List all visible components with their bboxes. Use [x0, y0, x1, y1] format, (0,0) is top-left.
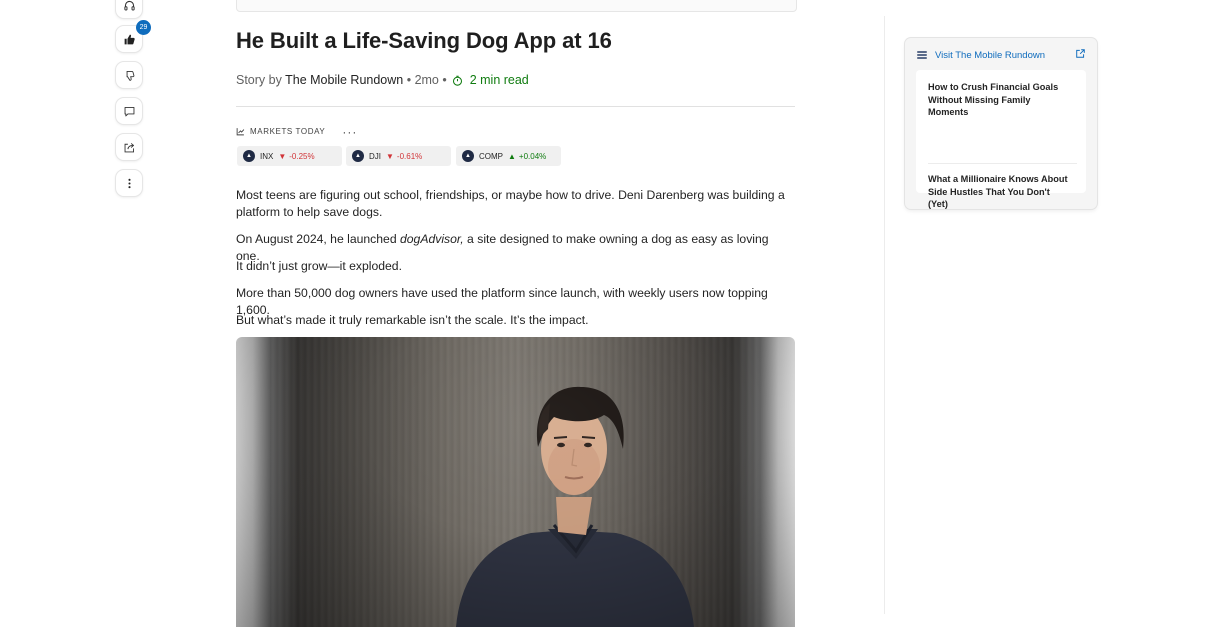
ticker-symbol: DJI: [369, 151, 381, 161]
timer-icon: [453, 75, 463, 86]
product-name: dogAdvisor,: [399, 232, 464, 246]
ticker-logo-icon: ▲: [352, 150, 364, 162]
share-button[interactable]: [116, 134, 142, 160]
markets-header: MARKETS TODAY ···: [236, 126, 357, 138]
thumbs-up-icon: [124, 34, 135, 44]
provider-card: Visit The Mobile Rundown How to Crush Fi…: [905, 38, 1097, 209]
more-vertical-icon: [127, 178, 131, 188]
related-story-link[interactable]: What a Millionaire Knows About Side Hust…: [928, 173, 1070, 211]
more-options-button[interactable]: [116, 170, 142, 196]
comment-icon: [124, 106, 134, 116]
paragraph: But what’s made it truly remarkable isn’…: [236, 313, 589, 327]
markets-more-button[interactable]: ···: [342, 126, 357, 138]
share-icon: [124, 142, 134, 152]
thumbs-down-icon: [126, 70, 134, 81]
provider-logo-icon: [917, 51, 927, 59]
byline-prefix: Story by: [236, 73, 282, 87]
listen-button[interactable]: [116, 0, 142, 18]
previous-content-stub: [236, 0, 797, 12]
article-title: He Built a Life-Saving Dog App at 16: [236, 28, 612, 53]
article-age: • 2mo •: [406, 73, 447, 87]
ticker-comp[interactable]: ▲ COMP ▲ +0.04%: [456, 146, 561, 166]
divider: [928, 163, 1077, 164]
dislike-button[interactable]: [116, 62, 142, 88]
ticker-symbol: INX: [260, 151, 274, 161]
read-time: 2 min read: [469, 73, 529, 87]
ticker-logo-icon: ▲: [462, 150, 474, 162]
related-stories-list: How to Crush Financial Goals Without Mis…: [916, 70, 1086, 209]
ticker-symbol: COMP: [479, 151, 503, 161]
external-link-icon[interactable]: [1075, 48, 1086, 59]
ticker-dji[interactable]: ▲ DJI ▼ -0.61%: [346, 146, 451, 166]
provider-link[interactable]: The Mobile Rundown: [285, 73, 403, 87]
byline: Story by The Mobile Rundown • 2mo • 2 mi…: [236, 73, 529, 87]
divider: [236, 106, 795, 107]
related-story-link[interactable]: How to Crush Financial Goals Without Mis…: [928, 81, 1070, 119]
ticker-inx[interactable]: ▲ INX ▼ -0.25%: [237, 146, 342, 166]
sidebar-divider: [884, 16, 885, 614]
ticker-change: +0.04%: [518, 151, 547, 161]
comment-button[interactable]: [116, 98, 142, 124]
visit-provider-link[interactable]: Visit The Mobile Rundown: [935, 50, 1045, 61]
image-vignette: [236, 337, 795, 627]
markets-label: MARKETS TODAY: [250, 127, 326, 136]
paragraph-text: On August 2024, he launched: [236, 232, 400, 246]
ticker-change: -0.25%: [289, 151, 315, 161]
ticker-logo-icon: ▲: [243, 150, 255, 162]
down-arrow-icon: ▼: [386, 151, 394, 161]
paragraph: Most teens are figuring out school, frie…: [236, 188, 785, 219]
chart-line-icon: [236, 128, 245, 136]
headphones-icon: [123, 0, 135, 10]
paragraph: It didn’t just grow—it exploded.: [236, 259, 402, 273]
up-arrow-icon: ▲: [508, 151, 516, 161]
like-count-badge: 29: [136, 20, 151, 35]
down-arrow-icon: ▼: [278, 151, 287, 161]
ticker-change: -0.61%: [396, 151, 423, 161]
article-hero-image[interactable]: [236, 337, 795, 627]
